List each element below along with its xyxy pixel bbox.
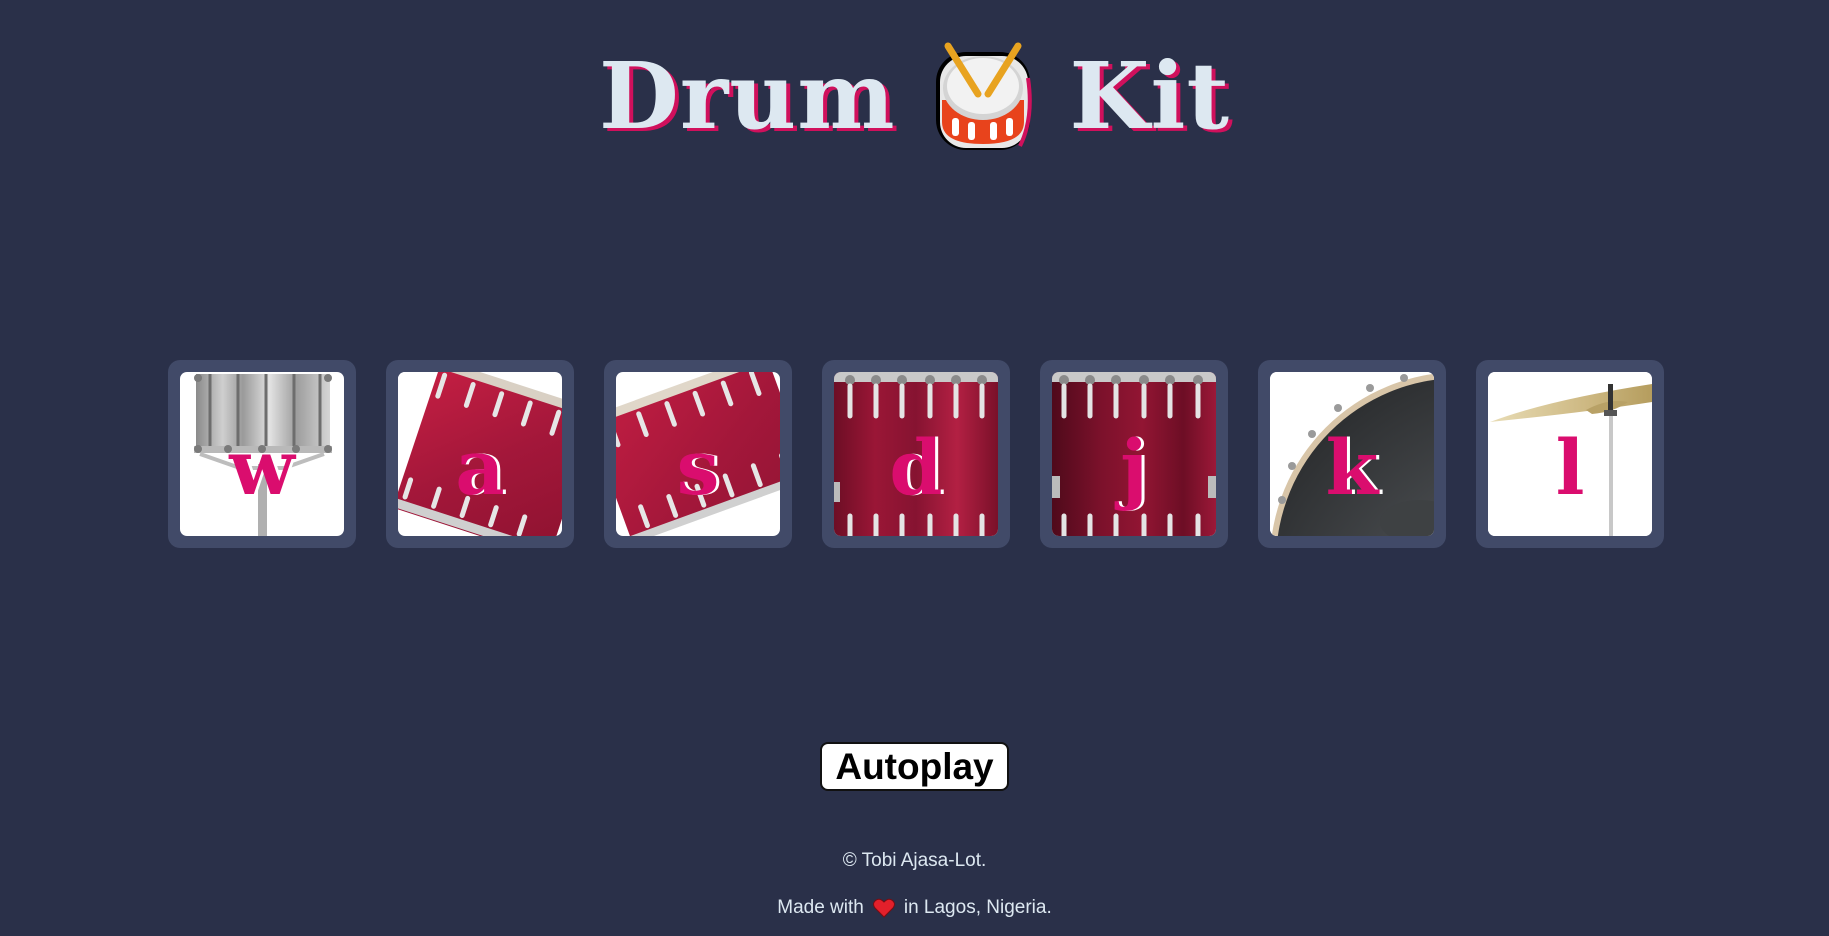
made-with-text: Made with xyxy=(777,897,864,918)
drum-pad: k xyxy=(1270,372,1434,536)
title-word-kit: Kit xyxy=(1069,42,1230,150)
key-letter: w xyxy=(229,423,295,512)
drum-key-d[interactable]: d xyxy=(822,360,1010,548)
drum-key-s[interactable]: s xyxy=(604,360,792,548)
drum-keys: w a s d j k l xyxy=(168,360,1664,548)
key-letter: j xyxy=(1120,423,1148,512)
key-letter: s xyxy=(676,423,720,512)
key-letter: l xyxy=(1555,423,1585,512)
key-letter: d xyxy=(889,423,943,512)
drum-emoji-icon xyxy=(935,42,1032,150)
drum-key-j[interactable]: j xyxy=(1040,360,1228,548)
autoplay-button[interactable]: Autoplay xyxy=(820,742,1009,791)
key-letter: a xyxy=(455,423,505,512)
drum-pad: s xyxy=(616,372,780,536)
drum-key-l[interactable]: l xyxy=(1476,360,1664,548)
drum-key-k[interactable]: k xyxy=(1258,360,1446,548)
drum-pad: a xyxy=(398,372,562,536)
footer-made-with: Made with in Lagos, Nigeria. xyxy=(0,897,1829,919)
title-word-drum: Drum xyxy=(599,42,896,150)
page-title: Drum Kit xyxy=(0,38,1829,154)
drum-pad: j xyxy=(1052,372,1216,536)
heart-icon xyxy=(872,898,895,918)
drum-key-w[interactable]: w xyxy=(168,360,356,548)
drum-pad: w xyxy=(180,372,344,536)
location-text: in Lagos, Nigeria. xyxy=(903,897,1052,918)
key-letter: k xyxy=(1325,423,1379,512)
drum-pad: l xyxy=(1488,372,1652,536)
drum-pad: d xyxy=(834,372,998,536)
footer-copyright: © Tobi Ajasa-Lot. xyxy=(842,850,987,871)
drum-key-a[interactable]: a xyxy=(386,360,574,548)
